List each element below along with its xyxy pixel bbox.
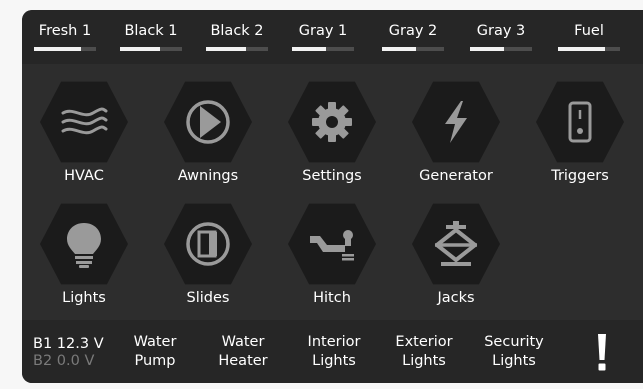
settings-button[interactable]: Settings (278, 80, 388, 204)
interior-lights-button[interactable]: Interior Lights (300, 333, 368, 375)
tank-level-bar (120, 47, 182, 51)
tank-gray-3[interactable]: Gray 3 (462, 10, 540, 64)
button-label-line-2: Lights (492, 353, 536, 369)
tank-label: Fresh 1 (38, 23, 92, 39)
tank-label: Gray 1 (298, 23, 348, 39)
battery-2-label: B2 (33, 353, 53, 369)
slides-tile (164, 203, 252, 285)
exclamation-icon[interactable] (592, 330, 612, 374)
triggers-label: Triggers (551, 168, 609, 184)
battery-2-voltage: 0.0 V (56, 353, 95, 369)
lightning-icon (445, 101, 467, 143)
triggers-tile (536, 81, 624, 163)
hitch-label: Hitch (313, 290, 351, 306)
triggers-button[interactable]: Triggers (526, 80, 636, 204)
tank-level-fill (558, 47, 605, 51)
awnings-tile (164, 81, 252, 163)
tank-label: Gray 3 (476, 23, 526, 39)
settings-tile (288, 81, 376, 163)
slides-label: Slides (186, 290, 230, 306)
tank-level-bar (382, 47, 444, 51)
battery-1-voltage: 12.3 V (56, 336, 104, 352)
generator-button[interactable]: Generator (402, 80, 512, 204)
control-panel: Fresh 1 Black 1 Black 2 Gray 1 Gray 2 Gr… (22, 10, 643, 383)
tank-level-bar (292, 47, 354, 51)
switch-icon (568, 101, 592, 143)
awnings-label: Awnings (177, 168, 239, 184)
tank-level-bar (34, 47, 96, 51)
tank-gray-1[interactable]: Gray 1 (284, 10, 362, 64)
lightbulb-icon (67, 223, 101, 268)
jack-icon (435, 221, 477, 266)
button-label-line-2: Lights (402, 353, 446, 369)
tank-level-bar (558, 47, 620, 51)
hvac-label: HVAC (64, 168, 104, 184)
water-pump-button[interactable]: Water Pump (126, 333, 184, 375)
tank-level-fill (292, 47, 327, 51)
button-label-line-1: Interior (307, 334, 361, 350)
tank-label: Black 1 (124, 23, 178, 39)
tank-level-fill (34, 47, 81, 51)
tank-label: Fuel (574, 23, 604, 39)
hitch-tile (288, 203, 376, 285)
gear-icon (312, 102, 352, 142)
exclamation-glyph (598, 334, 606, 371)
lights-button[interactable]: Lights (30, 202, 140, 326)
tank-fresh-1[interactable]: Fresh 1 (26, 10, 104, 64)
button-label-line-1: Water (133, 334, 177, 350)
battery-1-label: B1 (33, 336, 53, 352)
button-label-line-1: Exterior (395, 334, 453, 350)
settings-label: Settings (302, 168, 362, 184)
hitch-button[interactable]: Hitch (278, 202, 388, 326)
button-label-line-1: Water (221, 334, 265, 350)
exterior-lights-button[interactable]: Exterior Lights (388, 333, 460, 375)
button-label-line-2: Lights (312, 353, 356, 369)
tank-label: Black 2 (210, 23, 264, 39)
tank-level-fill (206, 47, 247, 51)
awnings-button[interactable]: Awnings (154, 80, 264, 204)
security-lights-button[interactable]: Security Lights (476, 333, 552, 375)
tank-level-fill (470, 47, 505, 51)
hitch-icon (310, 230, 354, 261)
tank-gray-2[interactable]: Gray 2 (374, 10, 452, 64)
tank-label: Gray 2 (388, 23, 438, 39)
button-label-line-2: Pump (134, 353, 176, 369)
jacks-tile (412, 203, 500, 285)
lights-tile (40, 203, 128, 285)
tank-level-fill (120, 47, 161, 51)
tank-black-2[interactable]: Black 2 (198, 10, 276, 64)
water-heater-button[interactable]: Water Heater (212, 333, 274, 375)
tank-level-bar (206, 47, 268, 51)
hvac-tile (40, 81, 128, 163)
slide-icon (186, 222, 230, 266)
tank-level-bar (470, 47, 532, 51)
tank-fuel[interactable]: Fuel (550, 10, 628, 64)
bottom-bar: B1 12.3 V B2 0.0 V Water Pump Water Heat… (22, 320, 643, 383)
tank-levels-bar: Fresh 1 Black 1 Black 2 Gray 1 Gray 2 Gr… (22, 10, 643, 64)
hvac-button[interactable]: HVAC (30, 80, 140, 204)
jacks-button[interactable]: Jacks (402, 202, 512, 326)
slides-button[interactable]: Slides (154, 202, 264, 326)
tank-black-1[interactable]: Black 1 (112, 10, 190, 64)
tank-level-fill (382, 47, 417, 51)
battery-voltage-readout: B1 12.3 V B2 0.0 V (33, 336, 104, 370)
generator-tile (412, 81, 500, 163)
hvac-icon (61, 107, 108, 135)
lights-label: Lights (62, 290, 106, 306)
button-label-line-2: Heater (218, 353, 268, 369)
button-label-line-1: Security (484, 334, 544, 350)
awning-icon (186, 100, 230, 144)
generator-label: Generator (419, 168, 493, 184)
jacks-label: Jacks (437, 290, 475, 306)
